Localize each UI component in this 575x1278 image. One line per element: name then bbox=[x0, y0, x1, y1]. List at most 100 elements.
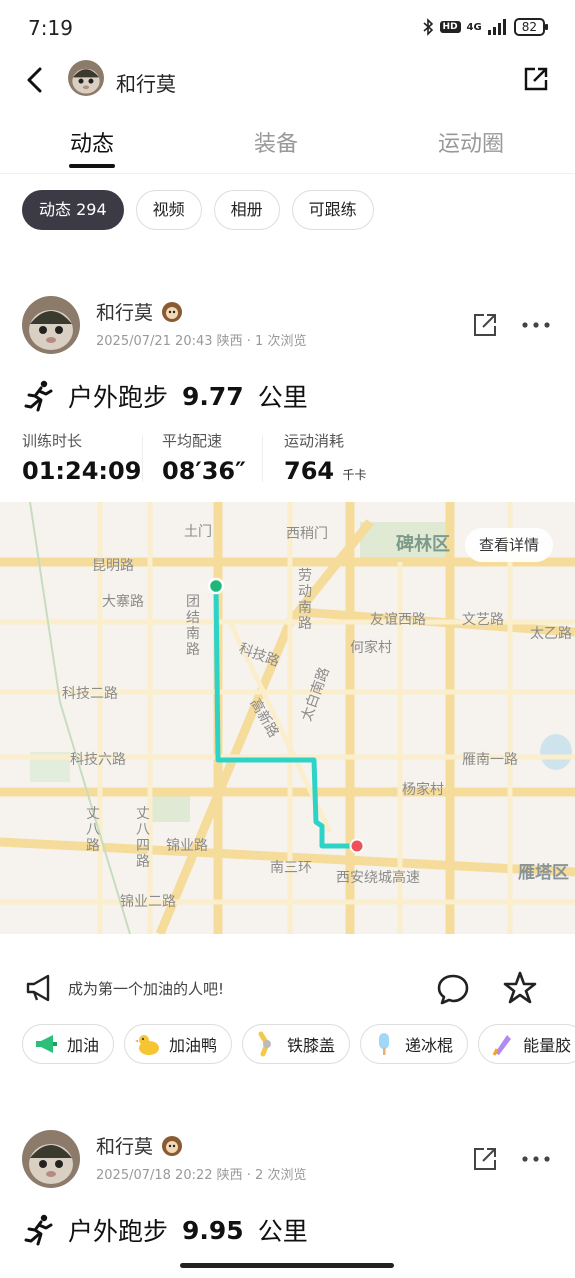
popsicle-icon bbox=[379, 1033, 390, 1055]
stat-pace: 平均配速 08′36″ bbox=[162, 430, 246, 485]
share-icon[interactable] bbox=[472, 312, 498, 338]
chip-video[interactable]: 视频 bbox=[135, 190, 202, 230]
status-bar: 7:19 HD 4G 82 bbox=[0, 0, 575, 56]
gift-label: 能量胶 bbox=[523, 1036, 572, 1055]
post-header: 和行莫 2025/07/18 20:22 陕西 · 2 次浏览 bbox=[22, 1130, 562, 1190]
map-canvas: 土门 西稍门 碑林区 昆明路 大寨路 友谊西路 文艺路 太乙路 何家村 科技二路… bbox=[0, 502, 575, 934]
activity-unit: 公里 bbox=[257, 1217, 308, 1246]
cheer-row: 成为第一个加油的人吧! bbox=[24, 968, 554, 1008]
activity-type: 户外跑步 bbox=[68, 383, 169, 412]
cat-avatar-icon bbox=[22, 296, 80, 354]
stat-label: 训练时长 bbox=[22, 432, 83, 450]
activity-type: 户外跑步 bbox=[68, 1217, 169, 1246]
chip-album[interactable]: 相册 bbox=[213, 190, 280, 230]
badge-icon bbox=[162, 1135, 183, 1156]
gift-list: 加油 加油鸭 铁膝盖 递冰棍 能量胶 bbox=[22, 1024, 575, 1064]
share-icon[interactable] bbox=[472, 1146, 498, 1172]
gift-iron-knee[interactable]: 铁膝盖 bbox=[242, 1024, 351, 1064]
megaphone-icon[interactable] bbox=[24, 972, 56, 1004]
map-label: 昆明路 bbox=[92, 558, 134, 574]
activity-distance: 9.95 bbox=[182, 1215, 244, 1245]
map-label: 雁南一路 bbox=[462, 752, 518, 768]
map-label: 雁塔区 bbox=[518, 862, 569, 883]
calorie-unit: 千卡 bbox=[342, 468, 367, 482]
view-details-button[interactable]: 查看详情 bbox=[464, 528, 553, 562]
profile-tabs: 动态 装备 运动圈 bbox=[0, 118, 575, 174]
map-label: 土门 bbox=[184, 524, 212, 540]
running-icon bbox=[24, 380, 53, 412]
back-arrow-icon[interactable] bbox=[20, 64, 52, 96]
hd-badge: HD bbox=[439, 21, 461, 33]
activity-distance: 9.77 bbox=[182, 381, 244, 411]
map-label: 南三环 bbox=[270, 860, 312, 876]
stat-duration: 训练时长 01:24:09 bbox=[22, 430, 141, 485]
map-label: 科技六路 bbox=[70, 752, 126, 768]
divider bbox=[142, 436, 143, 482]
route-end-marker bbox=[349, 838, 365, 854]
status-time: 7:19 bbox=[28, 16, 73, 40]
stat-value: 01:24:09 bbox=[22, 457, 142, 485]
post-meta: 2025/07/18 20:22 陕西 · 2 次浏览 bbox=[96, 1168, 307, 1183]
gift-cheer[interactable]: 加油 bbox=[22, 1024, 115, 1064]
map-label-vertical: 丈八路 bbox=[86, 806, 100, 854]
stat-calories: 运动消耗 764 千卡 bbox=[284, 430, 366, 485]
activity-unit: 公里 bbox=[257, 383, 308, 412]
tab-equipment[interactable]: 装备 bbox=[254, 126, 298, 158]
network-label: 4G bbox=[466, 21, 482, 33]
post-header: 和行莫 2025/07/21 20:43 陕西 · 1 次浏览 bbox=[22, 296, 562, 356]
gift-label: 加油 bbox=[67, 1036, 100, 1055]
gift-label: 递冰棍 bbox=[405, 1036, 454, 1055]
divider bbox=[262, 436, 263, 482]
tab-sport-circle[interactable]: 运动圈 bbox=[438, 126, 504, 158]
gift-popsicle[interactable]: 递冰棍 bbox=[360, 1024, 469, 1064]
map-label: 科技二路 bbox=[62, 686, 118, 702]
tab-underline bbox=[69, 164, 115, 168]
post-author-name: 和行莫 bbox=[96, 1136, 154, 1158]
comment-icon[interactable] bbox=[436, 972, 470, 1006]
bluetooth-icon bbox=[423, 18, 433, 36]
map-label: 碑林区 bbox=[396, 533, 450, 555]
stat-value: 764 千卡 bbox=[284, 457, 366, 485]
route-map[interactable]: 土门 西稍门 碑林区 昆明路 大寨路 友谊西路 文艺路 太乙路 何家村 科技二路… bbox=[0, 502, 575, 934]
share-icon[interactable] bbox=[523, 66, 549, 92]
post-meta: 2025/07/21 20:43 陕西 · 1 次浏览 bbox=[96, 334, 307, 349]
more-icon[interactable] bbox=[520, 312, 552, 338]
avatar[interactable] bbox=[22, 1130, 80, 1188]
chip-dynamic[interactable]: 动态 294 bbox=[22, 190, 124, 230]
gift-duck[interactable]: 加油鸭 bbox=[124, 1024, 233, 1064]
post-author-name: 和行莫 bbox=[96, 302, 154, 324]
star-icon[interactable] bbox=[502, 970, 538, 1006]
nav-bar: 和行莫 bbox=[0, 56, 575, 106]
activity-title[interactable]: 户外跑步 9.77 公里 bbox=[24, 378, 308, 414]
tab-dynamic[interactable]: 动态 bbox=[70, 126, 114, 158]
map-label: 西安绕城高速 bbox=[336, 869, 420, 886]
calorie-value: 764 bbox=[284, 457, 335, 485]
home-indicator[interactable] bbox=[180, 1263, 394, 1268]
cat-avatar-icon bbox=[22, 1130, 80, 1188]
running-icon bbox=[24, 1214, 53, 1246]
cat-avatar-icon bbox=[68, 60, 104, 96]
map-label: 何家村 bbox=[350, 639, 392, 656]
map-label: 杨家村 bbox=[402, 781, 444, 798]
activity-title[interactable]: 户外跑步 9.95 公里 bbox=[24, 1212, 308, 1248]
gift-energy-gel[interactable]: 能量胶 bbox=[478, 1024, 575, 1064]
filter-chips: 动态 294 视频 相册 可跟练 bbox=[22, 190, 374, 230]
megaphone-icon bbox=[36, 1035, 57, 1053]
duck-icon bbox=[135, 1035, 160, 1055]
stat-value: 08′36″ bbox=[162, 457, 246, 485]
stat-label: 运动消耗 bbox=[284, 432, 345, 450]
map-label: 友谊西路 bbox=[370, 612, 426, 628]
activity-stats: 训练时长 01:24:09 平均配速 08′36″ 运动消耗 764 千卡 bbox=[22, 430, 562, 490]
cheer-prompt: 成为第一个加油的人吧! bbox=[68, 980, 225, 998]
energy-gel-icon bbox=[492, 1035, 512, 1056]
signal-icon bbox=[487, 19, 506, 35]
map-label-vertical: 丈八四路 bbox=[136, 806, 150, 870]
more-icon[interactable] bbox=[520, 1146, 552, 1172]
avatar[interactable] bbox=[22, 296, 80, 354]
gift-label: 铁膝盖 bbox=[287, 1036, 336, 1055]
map-label: 锦业二路 bbox=[120, 893, 176, 910]
profile-name: 和行莫 bbox=[116, 72, 176, 96]
chip-follow-along[interactable]: 可跟练 bbox=[291, 190, 374, 230]
gift-label: 加油鸭 bbox=[169, 1036, 218, 1055]
avatar[interactable] bbox=[68, 60, 104, 96]
